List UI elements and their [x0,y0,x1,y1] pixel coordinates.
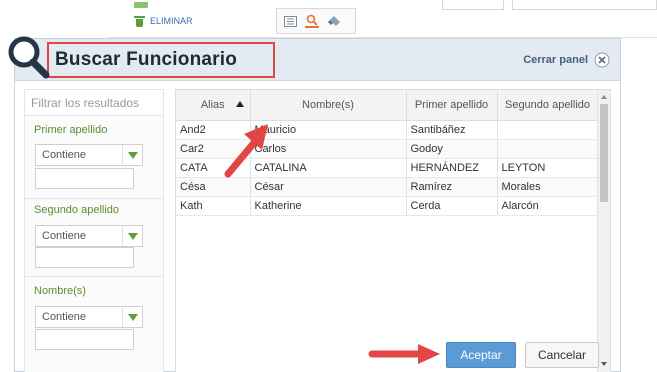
cancel-button[interactable]: Cancelar [525,342,599,368]
table-header-row: Alias Nombre(s) Primer apellido Segundo … [176,90,599,121]
table-row[interactable]: CATA CATALINA HERNÁNDEZ LEYTON [176,158,599,178]
eliminar-label: ELIMINAR [150,15,193,26]
cell-primer-apellido: HERNÁNDEZ [406,158,498,178]
nombres-operator-select[interactable]: Contiene [35,306,143,328]
list-icon[interactable] [283,14,297,28]
cell-primer-apellido: Godoy [406,139,498,159]
filter-label-nombres: Nombre(s) [34,285,86,297]
divider [25,276,163,277]
cell-primer-apellido: Cerda [406,196,498,216]
sort-ascending-icon [235,101,244,107]
cell-segundo-apellido: Morales [497,177,599,197]
close-panel-button[interactable]: Cerrar panel [523,52,610,68]
segundo-apellido-value-input[interactable] [35,247,134,268]
cell-nombres: Mauricio [250,120,407,140]
scroll-down-icon[interactable] [601,362,607,366]
table-row[interactable]: Césa César Ramírez Morales [176,177,599,197]
filter-label-primer-apellido: Primer apellido [34,124,108,136]
trash-icon [134,14,145,27]
eliminar-button[interactable]: ELIMINAR [134,14,193,27]
select-value: Contiene [42,230,87,242]
cell-alias: Kath [176,196,251,216]
search-panel: Buscar Funcionario Cerrar panel Primer a… [14,38,621,372]
filter-sidebar: Primer apellido Contiene Segundo apellid… [24,89,164,372]
select-value: Contiene [42,311,87,323]
vertical-scrollbar[interactable] [597,90,610,372]
panel-title-box: Buscar Funcionario [47,42,275,78]
column-header-alias[interactable]: Alias [176,90,251,121]
background-area [0,0,108,38]
cell-alias: Césa [176,177,251,197]
primer-apellido-operator-select[interactable]: Contiene [35,144,143,166]
background-field [442,0,504,10]
chevron-down-icon [122,226,142,246]
panel-header: Buscar Funcionario Cerrar panel [15,39,620,81]
cell-nombres: Katherine [250,196,407,216]
divider [25,198,163,199]
cell-alias: CATA [176,158,251,178]
table-row[interactable]: Car2 Carlos Godoy [176,139,599,159]
accept-button[interactable]: Aceptar [446,342,516,368]
cell-nombres: César [250,177,407,197]
background-field [512,0,657,10]
select-value: Contiene [42,149,87,161]
column-header-primer-apellido[interactable]: Primer apellido [406,90,498,121]
cell-primer-apellido: Santibáñez [406,120,498,140]
filter-results-input[interactable] [25,90,163,116]
table-row[interactable]: And2 Mauricio Santibáñez [176,120,599,140]
cell-nombres: CATALINA [250,158,407,178]
eraser-icon[interactable] [327,14,341,28]
segundo-apellido-operator-select[interactable]: Contiene [35,225,143,247]
table-row[interactable]: Kath Katherine Cerda Alarcón [176,196,599,216]
chevron-down-icon [122,307,142,327]
search-icon[interactable] [305,14,319,28]
cell-primer-apellido: Ramírez [406,177,498,197]
cell-segundo-apellido [497,120,599,140]
column-header-nombres[interactable]: Nombre(s) [250,90,407,121]
cell-segundo-apellido [497,139,599,159]
close-panel-label: Cerrar panel [523,54,588,66]
cell-alias: Car2 [176,139,251,159]
panel-title: Buscar Funcionario [55,49,238,70]
filter-label-segundo-apellido: Segundo apellido [34,204,120,216]
results-grid: Alias Nombre(s) Primer apellido Segundo … [175,89,611,372]
cell-segundo-apellido: LEYTON [497,158,599,178]
primer-apellido-value-input[interactable] [35,168,134,189]
cell-alias: And2 [176,120,251,140]
cell-segundo-apellido: Alarcón [497,196,599,216]
scroll-up-icon[interactable] [601,95,607,99]
column-header-segundo-apellido[interactable]: Segundo apellido [497,90,599,121]
nombres-value-input[interactable] [35,329,134,350]
cell-nombres: Carlos [250,139,407,159]
close-icon [594,52,610,68]
add-icon[interactable] [134,2,148,8]
tool-group [276,8,356,34]
results-table: Alias Nombre(s) Primer apellido Segundo … [176,90,599,216]
scroll-thumb[interactable] [600,104,608,202]
chevron-down-icon [122,145,142,165]
